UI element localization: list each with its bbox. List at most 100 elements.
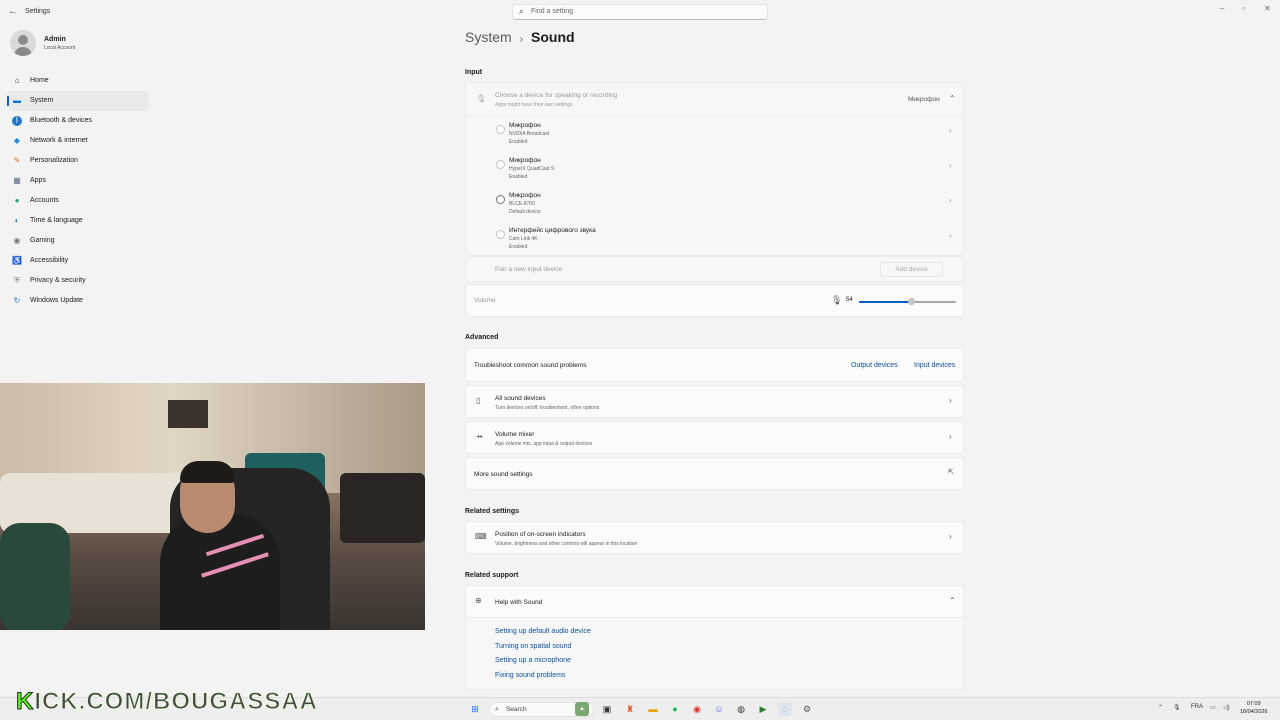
- sidebar-item-apps[interactable]: ▦ Apps: [7, 171, 149, 191]
- sidebar-item-label: Gaming: [30, 237, 55, 244]
- chevron-up-icon: ⌃: [949, 596, 956, 605]
- kick-logo-icon: K: [15, 688, 35, 716]
- page-title: Sound: [531, 29, 575, 45]
- volume-slider-thumb[interactable]: [908, 298, 916, 305]
- brave-icon[interactable]: ♜: [623, 702, 637, 716]
- widget-landscape-icon[interactable]: ▲: [575, 702, 589, 716]
- input-device-option[interactable]: Микрофон BLCE-8700 Default device ›: [466, 186, 963, 221]
- device-radio[interactable]: [496, 125, 505, 134]
- device-name: Микрофон: [509, 157, 541, 164]
- file-explorer-icon[interactable]: ▬: [646, 702, 660, 716]
- breadcrumb: System › Sound: [465, 29, 575, 45]
- search-input[interactable]: ⌕ Find a setting: [512, 4, 768, 20]
- pair-input-device: Pair a new input device Add device: [465, 256, 964, 282]
- device-radio[interactable]: [496, 195, 505, 204]
- help-with-sound-row[interactable]: ⊕ Help with Sound ⌃: [465, 585, 964, 618]
- sidebar-item-label: Privacy & security: [30, 277, 86, 284]
- chooser-value: Микрофон: [908, 96, 940, 103]
- minimize-icon[interactable]: –: [1220, 4, 1224, 13]
- breadcrumb-parent[interactable]: System: [465, 29, 512, 45]
- sidebar-item-label: Bluetooth & devices: [30, 117, 92, 124]
- section-related-support: Related support: [465, 572, 519, 579]
- sidebar-item-label: System: [30, 97, 54, 104]
- section-input: Input: [465, 69, 483, 76]
- volume-value: 54: [846, 297, 853, 303]
- chooser-title: Choose a device for speaking or recordin…: [495, 92, 618, 99]
- volume-slider[interactable]: [859, 298, 956, 305]
- sidebar-item-privacy-security[interactable]: ⛨ Privacy & security: [7, 271, 149, 291]
- home-icon: ⌂: [14, 76, 20, 85]
- more-sound-settings-row[interactable]: More sound settings ⇱: [465, 457, 964, 490]
- device-status: Enabled: [509, 174, 528, 180]
- sidebar-item-time-language[interactable]: ◐ Time & language: [7, 211, 149, 231]
- back-arrow-icon[interactable]: ←: [8, 6, 18, 17]
- all-sound-devices-row[interactable]: ▯ All sound devices Turn devices on/off,…: [465, 385, 964, 418]
- title-bar: ← Settings ⌕ Find a setting – ▫ ✕: [0, 0, 1280, 24]
- sidebar-item-accounts[interactable]: ● Accounts: [7, 191, 149, 211]
- device-name: Микрофон: [509, 192, 541, 199]
- microphone-icon[interactable]: 🎙︎: [831, 295, 842, 306]
- add-device-button[interactable]: Add device: [880, 262, 943, 277]
- volume-icon[interactable]: ◁): [1223, 704, 1230, 711]
- device-radio[interactable]: [496, 230, 505, 239]
- sidebar-item-label: Accounts: [30, 197, 59, 204]
- shield-icon: ⛨: [14, 276, 20, 285]
- start-icon[interactable]: ⊞: [468, 702, 482, 716]
- network-icon[interactable]: ▭: [1210, 704, 1216, 711]
- on-screen-indicators-row[interactable]: ⌨ Position of on-screen indicators Volum…: [465, 521, 964, 554]
- search-icon: ⌕: [519, 7, 524, 16]
- sidebar-item-network-internet[interactable]: ◆ Network & internet: [7, 131, 149, 151]
- gamepad-icon: ◉: [13, 236, 21, 245]
- chooser-subtitle: Apps might have their own settings: [495, 102, 573, 108]
- input-device-chooser[interactable]: 🎙︎ Choose a device for speaking or recor…: [465, 82, 964, 116]
- input-device-option[interactable]: Микрофон NVIDIA Broadcast Enabled ›: [466, 116, 963, 151]
- troubleshoot-row: Troubleshoot common sound problems Outpu…: [465, 348, 964, 382]
- device-radio[interactable]: [496, 160, 505, 169]
- sidebar-item-gaming[interactable]: ◉ Gaming: [7, 231, 149, 251]
- chevron-right-icon: ›: [949, 532, 952, 541]
- edge-icon[interactable]: ◌: [778, 702, 792, 716]
- help-link[interactable]: Setting up default audio device: [495, 628, 591, 635]
- task-view-icon[interactable]: ▣: [600, 702, 614, 716]
- chevron-up-icon[interactable]: ⌃: [1158, 704, 1163, 711]
- discord-icon[interactable]: ☺: [712, 702, 726, 716]
- clock[interactable]: 07:09 18/04/2026: [1240, 700, 1268, 716]
- chevron-right-icon: ›: [949, 196, 952, 205]
- sidebar-item-system[interactable]: ▬ System: [7, 91, 149, 111]
- terminal-icon[interactable]: ▶: [756, 702, 770, 716]
- close-icon[interactable]: ✕: [1264, 4, 1271, 13]
- settings-gear-icon[interactable]: ⚙: [800, 702, 814, 716]
- external-link-icon: ⇱: [948, 469, 954, 476]
- volume-mixer-row[interactable]: ⇸ Volume mixer App volume mix, app input…: [465, 421, 964, 454]
- indicators-title: Position of on-screen indicators: [495, 531, 586, 538]
- more-sound-settings-label: More sound settings: [474, 471, 533, 478]
- sidebar-item-accessibility[interactable]: ♿ Accessibility: [7, 251, 149, 271]
- input-volume-row: Volume 🎙︎ 54: [465, 284, 964, 317]
- input-devices-link[interactable]: Input devices: [914, 362, 955, 369]
- help-link[interactable]: Fixing sound problems: [495, 672, 565, 679]
- sidebar-item-label: Apps: [30, 177, 46, 184]
- microphone-icon[interactable]: 🎙︎: [1173, 704, 1181, 711]
- input-device-option[interactable]: Микрофон HyperX QuadCast S Enabled ›: [466, 151, 963, 186]
- device-model: Cam Link 4K: [509, 236, 538, 242]
- sidebar-item-home[interactable]: ⌂ Home: [7, 71, 149, 91]
- sidebar-item-bluetooth-devices[interactable]: ᛒ Bluetooth & devices: [7, 111, 149, 131]
- obs-icon[interactable]: ◍: [734, 702, 748, 716]
- apps-icon: ▦: [13, 176, 21, 185]
- stream-watermark: KICK.COM/BOUGASSAA: [15, 688, 318, 716]
- language-indicator[interactable]: FRA: [1191, 704, 1203, 710]
- help-link[interactable]: Turning on spatial sound: [495, 643, 571, 650]
- section-advanced: Advanced: [465, 334, 499, 341]
- sidebar-item-windows-update[interactable]: ↻ Windows Update: [7, 291, 149, 311]
- input-device-option[interactable]: Интерфейс цифрового звука Cam Link 4K Enab…: [466, 221, 963, 256]
- brush-icon: ✎: [13, 156, 21, 165]
- maximize-icon[interactable]: ▫: [1242, 4, 1245, 13]
- bluetooth-icon: ᛒ: [12, 116, 22, 126]
- output-devices-link[interactable]: Output devices: [851, 362, 898, 369]
- spotify-icon[interactable]: ●: [668, 702, 682, 716]
- help-link[interactable]: Setting up a microphone: [495, 657, 571, 664]
- pair-label: Pair a new input device: [495, 266, 563, 273]
- chrome-icon[interactable]: ◉: [690, 702, 704, 716]
- chevron-up-icon: ⌃: [949, 94, 956, 103]
- sidebar-item-personalization[interactable]: ✎ Personalization: [7, 151, 149, 171]
